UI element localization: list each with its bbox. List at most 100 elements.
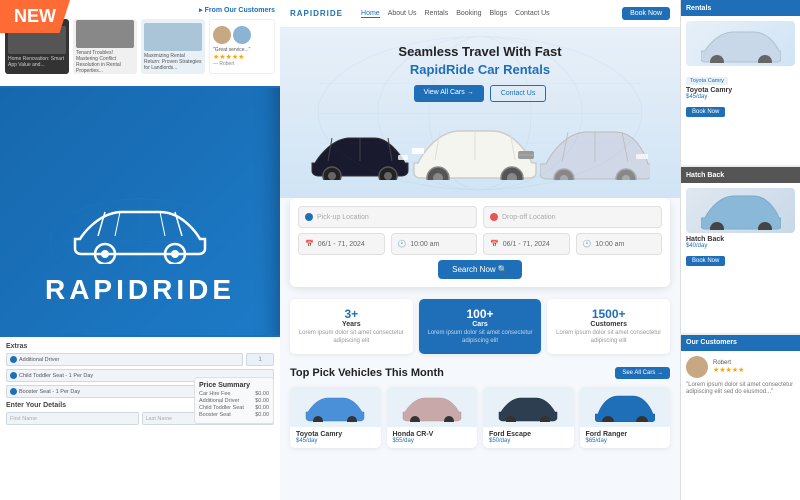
- site-logo: RAPIDRIDE: [290, 9, 343, 18]
- car-img-0: [290, 387, 381, 427]
- driver-icon: [10, 356, 17, 363]
- dropoff-location-field[interactable]: Drop-off Location: [483, 206, 662, 228]
- right-car-section-2: Hatch Back Hatch Back $40/day Book Now: [680, 167, 800, 334]
- dropoff-time-field[interactable]: 🕐 10:00 am: [576, 233, 663, 255]
- right-car-content-2: Hatch Back $40/day Book Now: [681, 183, 800, 272]
- customer-section-content: Robert ★★★★★ "Lorem ipsum dolor sit amet…: [681, 351, 800, 403]
- main-container: NEW Our Blogs ▸ From Our Customers Home …: [0, 0, 800, 500]
- left-panel: Our Blogs ▸ From Our Customers Home Reno…: [0, 0, 280, 500]
- car-img-1: [387, 387, 478, 427]
- right-car-price-1: $45/day: [686, 94, 795, 100]
- additional-driver-fee-row: Additional Driver $0.00: [199, 398, 269, 404]
- dropoff-date-field[interactable]: 📅 06/1 - 71, 2024: [483, 233, 570, 255]
- car-card-0: Toyota Camry $45/day: [290, 387, 381, 448]
- car-card-3: Ford Ranger $65/day: [580, 387, 671, 448]
- search-btn-container: Search Now 🔍: [298, 260, 662, 279]
- right-title-1: Rentals: [686, 5, 711, 12]
- stat-customers-label: Customers: [555, 321, 662, 328]
- extras-label: Extras: [6, 343, 274, 350]
- stats-row: 3+ Years Lorem ipsum dolor sit amet cons…: [280, 291, 680, 362]
- blog-item-2: Tenant Troubles! Mastering Conflict Reso…: [73, 19, 137, 74]
- first-name-field[interactable]: First Name: [6, 412, 139, 425]
- car-price-2: $50/day: [489, 438, 568, 444]
- car-price-3: $65/day: [586, 438, 665, 444]
- star-rating-1: ★★★★★: [713, 366, 744, 374]
- car-name-0: Toyota Camry: [296, 431, 375, 438]
- customers-header-label: ▸ From Our Customers: [199, 6, 275, 14]
- stat-customers-number: 1500+: [555, 307, 662, 321]
- customer-snippet: "Great service..." ★★★★★ — Robert: [209, 19, 275, 74]
- search-now-btn[interactable]: Search Now 🔍: [438, 260, 522, 279]
- section-header: Top Pick Vehicles This Month See All Car…: [290, 367, 670, 379]
- right-car-wrap-1: Toyota Camry: [686, 21, 795, 87]
- customer-info-1: Robert ★★★★★: [713, 360, 744, 374]
- site-nav: RAPIDRIDE Home About Us Rentals Booking …: [280, 0, 680, 28]
- pickup-time-field[interactable]: 🕐 10:00 am: [391, 233, 478, 255]
- stat-years-number: 3+: [298, 307, 405, 321]
- pickup-icon: [305, 213, 313, 221]
- nav-book-now-btn[interactable]: Book Now: [622, 7, 670, 20]
- right-customers-header: Our Customers: [681, 335, 800, 351]
- nav-blogs[interactable]: Blogs: [490, 10, 508, 18]
- stat-years: 3+ Years Lorem ipsum dolor sit amet cons…: [290, 299, 413, 354]
- car-img-3: [580, 387, 671, 427]
- location-row: Pick-up Location Drop-off Location: [298, 206, 662, 228]
- review-text-1: "Lorem ipsum dolor sit amet consectetur …: [686, 382, 795, 398]
- car-img-2: [483, 387, 574, 427]
- top-pick-section: Top Pick Vehicles This Month See All Car…: [280, 362, 680, 456]
- car-price-0: $45/day: [296, 438, 375, 444]
- cars-grid: Toyota Camry $45/day Honda CR-V: [290, 387, 670, 448]
- right-car-svg-2: [701, 192, 781, 230]
- stat-years-desc: Lorem ipsum dolor sit amet consectetur a…: [298, 330, 405, 346]
- right-car-svg-1: [701, 25, 781, 63]
- customer-avatar-row: Robert ★★★★★: [686, 356, 795, 378]
- right-panel: Rentals Toyota Camry Toyota Camry $45/da…: [680, 0, 800, 500]
- right-car-visual-1: [686, 21, 795, 66]
- search-form: Pick-up Location Drop-off Location 📅 06/…: [290, 198, 670, 287]
- clock-icon-1: 🕐: [398, 240, 407, 248]
- stat-cars-desc: Lorem ipsum dolor sit amet consectetur a…: [427, 330, 534, 346]
- booking-form-section: Extras Additional Driver 1 Child Toddler…: [0, 335, 280, 500]
- additional-driver-field[interactable]: Additional Driver: [6, 353, 243, 366]
- car-hire-row: Car Hire Fee $0.00: [199, 391, 269, 397]
- car-info-1: Honda CR-V $55/day: [387, 427, 478, 448]
- right-car-content-1: Toyota Camry Toyota Camry $45/day Book N…: [681, 16, 800, 123]
- price-summary-title: Price Summary: [199, 382, 269, 389]
- right-book-btn-1[interactable]: Book Now: [686, 107, 725, 117]
- car-thumb-3: [595, 392, 655, 422]
- car-price-1: $55/day: [393, 438, 472, 444]
- nav-links: Home About Us Rentals Booking Blogs Cont…: [361, 10, 550, 18]
- brand-logo: RAPIDRIDE: [45, 194, 235, 306]
- pickup-location-field[interactable]: Pick-up Location: [298, 206, 477, 228]
- car-card-2: Ford Escape $50/day: [483, 387, 574, 448]
- nav-home[interactable]: Home: [361, 10, 380, 18]
- right-title-2: Hatch Back: [686, 172, 724, 179]
- new-badge: NEW: [0, 0, 70, 33]
- blog-item-3: Maximizing Rental Return: Proven Strateg…: [141, 19, 205, 74]
- nav-about[interactable]: About Us: [388, 10, 417, 18]
- car-thumb-0: [305, 392, 365, 422]
- world-map-bg: [45, 194, 235, 289]
- nav-contact[interactable]: Contact Us: [515, 10, 550, 18]
- top-pick-title: Top Pick Vehicles This Month: [290, 367, 444, 379]
- right-car-price-2: $40/day: [686, 243, 795, 249]
- right-car-visual-2: [686, 188, 795, 233]
- car-info-3: Ford Ranger $65/day: [580, 427, 671, 448]
- stat-cars-label: Cars: [427, 321, 534, 328]
- car-info-2: Ford Escape $50/day: [483, 427, 574, 448]
- see-all-btn[interactable]: See All Cars →: [615, 367, 670, 379]
- pickup-date-field[interactable]: 📅 06/1 - 71, 2024: [298, 233, 385, 255]
- booster-icon: [10, 388, 17, 395]
- clock-icon-2: 🕐: [583, 240, 592, 248]
- car-thumb-2: [498, 392, 558, 422]
- right-car-section-1: Rentals Toyota Camry Toyota Camry $45/da…: [680, 0, 800, 167]
- car-thumb-1: [402, 392, 462, 422]
- nav-rentals[interactable]: Rentals: [425, 10, 449, 18]
- car-info-0: Toyota Camry $45/day: [290, 427, 381, 448]
- car-name-1: Honda CR-V: [393, 431, 472, 438]
- nav-booking[interactable]: Booking: [456, 10, 481, 18]
- stat-customers-desc: Lorem ipsum dolor sit amet consectetur a…: [555, 330, 662, 346]
- right-book-btn-2[interactable]: Book Now: [686, 256, 725, 266]
- driver-qty[interactable]: 1: [246, 353, 274, 366]
- car-card-1: Honda CR-V $55/day: [387, 387, 478, 448]
